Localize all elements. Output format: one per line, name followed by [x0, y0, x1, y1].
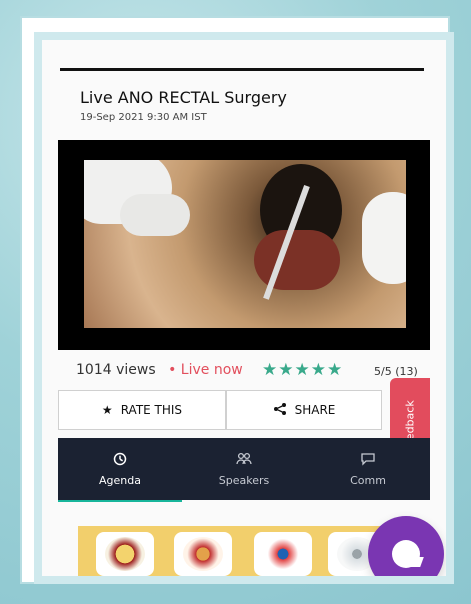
video-player[interactable] — [58, 140, 430, 350]
tab-comments-label: Comm — [350, 473, 386, 487]
users-icon — [236, 452, 252, 470]
tab-speakers[interactable]: Speakers — [182, 438, 306, 500]
tab-agenda-label: Agenda — [99, 473, 141, 487]
tab-bar: Agenda Speakers Comm — [58, 438, 430, 502]
live-label: Live now — [180, 362, 243, 378]
views-count: 1014 views — [76, 362, 156, 378]
tab-agenda[interactable]: Agenda — [58, 438, 182, 502]
app-screen: Live ANO RECTAL Surgery 19-Sep 2021 9:30… — [34, 32, 454, 584]
session-title: Live ANO RECTAL Surgery — [80, 88, 287, 107]
sponsor-logo-emblem — [263, 537, 303, 571]
clock-icon — [113, 452, 127, 470]
glove-thumb — [120, 194, 190, 236]
chat-icon — [360, 452, 376, 470]
share-button[interactable]: SHARE — [226, 390, 382, 430]
tab-comments[interactable]: Comm — [306, 438, 430, 500]
share-icon — [273, 402, 287, 419]
tissue-area — [254, 230, 340, 290]
live-status: • Live now — [168, 362, 243, 378]
star-icon: ★ — [101, 403, 113, 417]
live-dot: • — [168, 362, 177, 378]
sponsor-logo-1 — [96, 532, 154, 576]
sponsor-logo-emblem — [105, 537, 145, 571]
rating-stars: ★★★★★ — [262, 360, 344, 380]
rate-button-label: RATE THIS — [120, 403, 183, 417]
rating-summary: 5/5 (13) — [374, 365, 418, 378]
sponsor-logo-2 — [174, 532, 232, 576]
share-button-label: SHARE — [294, 403, 336, 417]
video-frame — [84, 160, 406, 328]
stats-row: 1014 views • Live now — [76, 362, 243, 378]
header-divider — [60, 68, 424, 71]
session-datetime: 19-Sep 2021 9:30 AM IST — [80, 112, 207, 123]
chat-button[interactable] — [368, 516, 444, 576]
chat-bubble-icon — [392, 540, 420, 568]
glove-right — [362, 192, 406, 284]
sponsor-logo-3 — [254, 532, 312, 576]
sponsor-logos — [78, 526, 408, 576]
rate-button[interactable]: ★ RATE THIS — [58, 390, 226, 430]
sponsor-logo-emblem — [183, 537, 223, 571]
tab-speakers-label: Speakers — [218, 473, 270, 487]
